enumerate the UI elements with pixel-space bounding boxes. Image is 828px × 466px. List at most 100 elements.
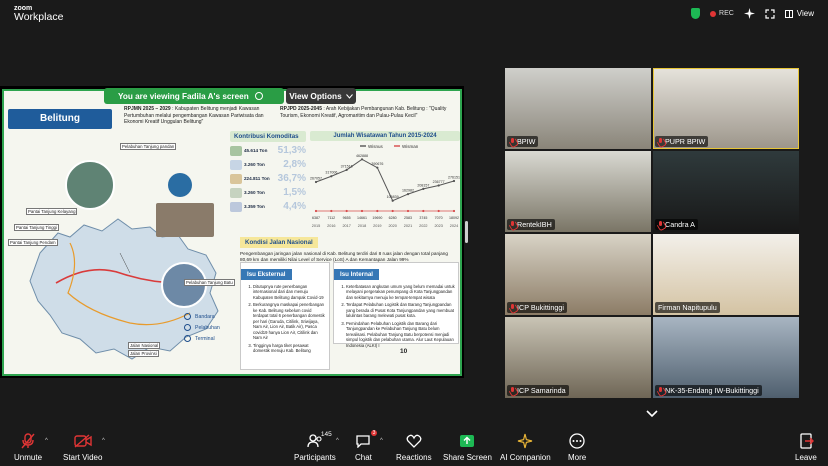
gallery-chevron-down-icon[interactable] bbox=[646, 410, 658, 418]
zoom-logo: zoom Workplace bbox=[14, 5, 63, 23]
audio-options-caret[interactable]: ^ bbox=[45, 438, 48, 444]
data-point bbox=[360, 158, 364, 161]
unmute-label: Unmute bbox=[14, 453, 43, 462]
komoditas-pct: 36,7% bbox=[277, 173, 306, 184]
participant-name: ICP Samarinda bbox=[517, 386, 566, 395]
x-tick-label: 2016 bbox=[327, 224, 335, 228]
participant-name: PUPR BPIW bbox=[665, 137, 706, 146]
participant-tile[interactable]: NK-35-Endang IW-Bukittinggi bbox=[653, 317, 799, 398]
participant-tile[interactable]: PUPR BPIW bbox=[653, 68, 799, 149]
x-tick-label: 2023 bbox=[434, 224, 442, 228]
komoditas-value: 224.811 Ton bbox=[244, 176, 270, 181]
participant-tile[interactable]: Firman Napitupulu bbox=[653, 234, 799, 315]
komoditas-row: 224.811 Ton 36,7% bbox=[230, 173, 306, 184]
data-label: 18092 bbox=[449, 216, 459, 220]
split-drag-handle[interactable] bbox=[465, 221, 468, 243]
kontribusi-title: Kontribusi Komoditas bbox=[230, 131, 306, 142]
isu-eksternal-item: Tingginya harga tiket pesawat domestik m… bbox=[253, 343, 326, 354]
isu-internal-list: Keterbatasan angkutan umum yang belum me… bbox=[334, 281, 458, 348]
data-label: 162982 bbox=[402, 189, 414, 193]
data-point bbox=[452, 209, 456, 213]
start-video-button[interactable]: Start Video bbox=[63, 432, 102, 462]
isu-eksternal-item: Berkurangnya maskapai penerbangan ke Kab… bbox=[253, 302, 326, 340]
reactions-label: Reactions bbox=[396, 453, 432, 462]
participant-name-tag: RentekIBH bbox=[507, 219, 555, 230]
komoditas-list: 45.614 Ton 51,3% 3.260 Ton 2,8% 224.811 Ton 3… bbox=[230, 145, 306, 212]
reactions-button[interactable]: Reactions bbox=[396, 432, 432, 462]
participant-tile[interactable]: Candra A bbox=[653, 151, 799, 232]
ai-companion-button[interactable]: AI Companion bbox=[500, 432, 551, 462]
legend-pelabuhan-label: Pelabuhan bbox=[195, 324, 220, 331]
kondisi-jalan: Kondisi Jalan Nasional Pengembangan jari… bbox=[240, 231, 460, 264]
leave-icon bbox=[800, 433, 814, 449]
participant-name-tag: Candra A bbox=[655, 219, 698, 230]
map-label-tinggi: Pantai Tanjung Tinggi bbox=[14, 224, 60, 231]
muted-mic-icon bbox=[510, 221, 515, 228]
participants-button[interactable]: 145 Participants bbox=[294, 431, 336, 462]
more-button[interactable]: More bbox=[568, 432, 586, 462]
data-point bbox=[314, 180, 318, 184]
security-shield-icon[interactable] bbox=[691, 8, 701, 19]
data-label: 19690 bbox=[372, 216, 382, 220]
isu-eksternal-box: Isu Eksternal Ditutupnya rute penerbanga… bbox=[240, 262, 330, 370]
komoditas-icon bbox=[230, 187, 242, 198]
muted-mic-icon bbox=[510, 387, 515, 394]
data-point bbox=[345, 209, 348, 213]
view-button[interactable]: View bbox=[784, 9, 814, 18]
participant-name-tag: PUPR BPIW bbox=[655, 136, 709, 147]
chat-button[interactable]: 3 Chat bbox=[355, 430, 378, 462]
map-label-kelayang: Pantai Tanjung Kelayang bbox=[26, 208, 78, 215]
legend-terminal-label: Terminal bbox=[195, 335, 215, 342]
x-tick-label: 2019 bbox=[373, 224, 381, 228]
data-label: 462888 bbox=[356, 154, 368, 158]
data-label: 371516 bbox=[341, 164, 353, 168]
video-options-caret[interactable]: ^ bbox=[102, 438, 105, 444]
leave-button[interactable]: Leave bbox=[795, 432, 817, 462]
data-point bbox=[452, 179, 456, 183]
data-label: 208157 bbox=[417, 183, 429, 187]
isu-eksternal-list: Ditutupnya rute penerbangan internasiona… bbox=[241, 281, 329, 353]
sparkle-icon[interactable] bbox=[743, 8, 755, 19]
participant-tile[interactable]: ICP Samarinda bbox=[505, 317, 651, 398]
screen-indicator-icon bbox=[254, 92, 263, 100]
kondisi-title: Kondisi Jalan Nasional bbox=[240, 237, 318, 248]
data-label: 9655 bbox=[343, 216, 351, 220]
komoditas-pct: 51,3% bbox=[277, 145, 306, 156]
share-screen-button[interactable]: Share Screen bbox=[443, 432, 492, 462]
ai-sparkle-icon bbox=[518, 433, 533, 449]
participant-name-tag: ICP Bukittinggi bbox=[507, 302, 568, 313]
chat-caret[interactable]: ^ bbox=[380, 438, 383, 444]
port-icon bbox=[184, 324, 191, 331]
map-label-tanjung-batu: Pelabuhan Tanjung Batu bbox=[184, 279, 235, 286]
chat-unread-badge: 3 bbox=[370, 430, 378, 436]
fullscreen-icon[interactable] bbox=[765, 8, 775, 19]
muted-mic-icon bbox=[21, 433, 35, 449]
data-point bbox=[330, 209, 333, 213]
participant-tile[interactable]: RentekIBH bbox=[505, 151, 651, 232]
view-options-label: View Options bbox=[289, 91, 342, 101]
komoditas-value: 3.260 Ton bbox=[244, 162, 265, 167]
x-tick-label: 2022 bbox=[419, 224, 427, 228]
rpjpd-heading: RPJPD 2025-2045 bbox=[280, 106, 322, 112]
x-tick-label: 2024 bbox=[450, 224, 458, 228]
video-off-icon bbox=[74, 434, 92, 448]
komoditas-row: 45.614 Ton 51,3% bbox=[230, 145, 306, 156]
terminal-icon bbox=[184, 335, 191, 342]
data-point bbox=[406, 209, 410, 213]
data-label: 390676 bbox=[371, 162, 383, 166]
unmute-button[interactable]: Unmute bbox=[14, 432, 42, 462]
legend-label: Wisman bbox=[402, 144, 419, 149]
recording-indicator[interactable]: REC bbox=[710, 10, 734, 17]
data-point bbox=[376, 166, 379, 169]
data-point bbox=[422, 209, 425, 213]
data-point bbox=[406, 192, 410, 196]
participant-name-tag: ICP Samarinda bbox=[507, 385, 569, 396]
participant-tile[interactable]: BPIW bbox=[505, 68, 651, 149]
participant-tile[interactable]: ICP Bukittinggi bbox=[505, 234, 651, 315]
participants-caret[interactable]: ^ bbox=[336, 438, 339, 444]
view-options-button[interactable]: View Options bbox=[286, 88, 356, 104]
participants-count: 145 bbox=[320, 431, 332, 438]
data-point bbox=[330, 175, 333, 178]
komoditas-value: 3.359 Ton bbox=[244, 204, 265, 209]
isu-internal-item: Keterbatasan angkutan umum yang belum me… bbox=[346, 284, 455, 300]
